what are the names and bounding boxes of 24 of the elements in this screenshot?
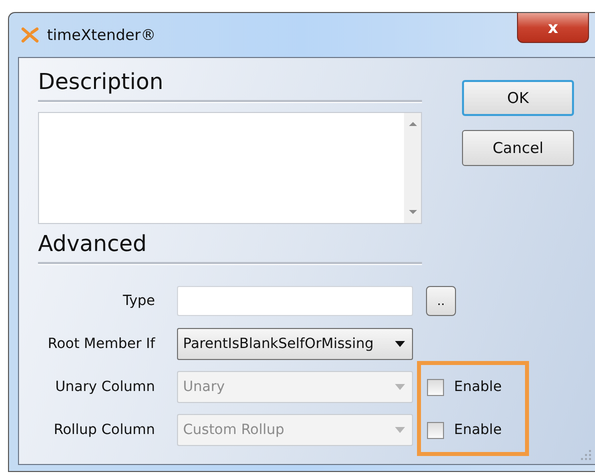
section-heading: Advanced [38,231,148,259]
checkbox-label: Enable [454,379,502,395]
field-label: Unary Column [54,379,155,395]
description-field[interactable] [38,112,422,224]
close-button[interactable]: x [517,13,589,43]
caret-icon [395,384,405,390]
caret-icon [395,427,405,433]
caret-icon [395,341,405,347]
field-label: Rollup Column [52,422,155,438]
field-label: Type [122,293,155,309]
ok-button[interactable]: OK [462,80,574,116]
cancel-button[interactable]: Cancel [462,130,574,166]
type-field[interactable] [177,286,413,316]
scroll-down-icon[interactable] [408,209,416,215]
resize-grip-icon[interactable] [581,450,591,460]
section-heading: Description [38,69,164,97]
checkbox-label: Enable [454,422,502,438]
field-label: Root Member If [46,336,155,352]
x-logo-icon [21,27,39,43]
scroll-up-icon[interactable] [408,121,416,127]
browse-button[interactable]: .. [426,286,456,316]
window-title: timeXtender® [47,26,156,44]
scrollbar[interactable] [404,113,421,223]
dropdown[interactable]: ParentIsBlankSelfOrMissing [177,328,413,360]
